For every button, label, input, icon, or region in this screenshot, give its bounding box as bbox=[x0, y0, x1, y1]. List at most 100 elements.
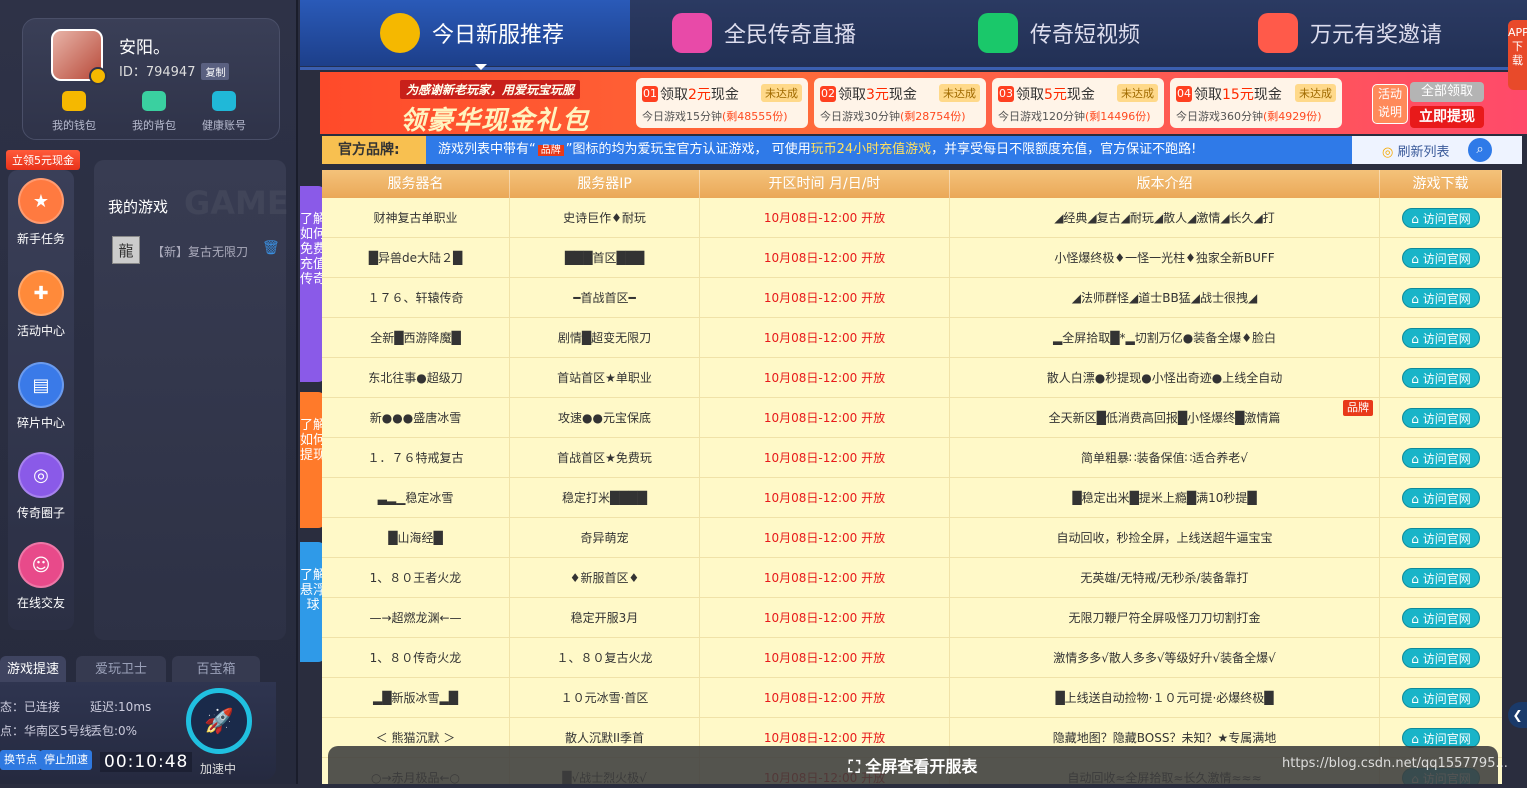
visit-website-button[interactable]: ⌂ 访问官网 bbox=[1402, 328, 1480, 348]
withdraw-button[interactable]: 立即提现 bbox=[1410, 106, 1484, 128]
reward-card[interactable]: 03 领取5元现金 未达成 今日游戏120分钟(剩14496份) bbox=[992, 78, 1164, 128]
tab-game-speedup[interactable]: 游戏提速 bbox=[0, 656, 66, 684]
accelerator-panel: 态：已连接 延迟:10ms 点：华南区5号线 丢包:0% 换节点 停止加速 00… bbox=[0, 682, 276, 780]
visit-website-button[interactable]: ⌂ 访问官网 bbox=[1402, 528, 1480, 548]
official-notice-bar: 官方品牌: 游戏列表中带有“ 品牌 ”图标的均为爱玩宝官方认证游戏， 可使用玩币24… bbox=[322, 136, 1522, 164]
visit-website-button[interactable]: ⌂ 访问官网 bbox=[1402, 568, 1480, 588]
thumb-up-icon bbox=[380, 13, 420, 53]
home-icon: ⌂ bbox=[1411, 412, 1423, 426]
rocket-icon[interactable]: 🚀 bbox=[186, 688, 252, 754]
accel-status-label: 加速中 bbox=[200, 762, 237, 776]
nav-newbie-task[interactable]: ★ 新手任务 bbox=[8, 178, 74, 247]
tab-label: 万元有奖邀请 bbox=[1310, 23, 1443, 48]
health-label: 健康账号 bbox=[202, 119, 246, 132]
cell-open-time: 10月08日-12:00 开放 bbox=[700, 198, 950, 237]
cell-open-time: 10月08日-12:00 开放 bbox=[700, 398, 950, 437]
cell-server-ip: 首站首区★单职业 bbox=[510, 358, 700, 397]
visit-website-button[interactable]: ⌂ 访问官网 bbox=[1402, 248, 1480, 268]
cell-server-ip: 攻速●●元宝保底 bbox=[510, 398, 700, 437]
backpack-label: 我的背包 bbox=[132, 119, 176, 132]
app-download-float[interactable]: APP下载 bbox=[1508, 20, 1527, 90]
cell-server-name: 全新█西游降魔█ bbox=[322, 318, 510, 357]
tab-invite[interactable]: 万元有奖邀请 bbox=[1258, 0, 1442, 66]
copy-id-button[interactable]: 复制 bbox=[201, 63, 230, 80]
cell-server-ip: 剧情█超变无限刀 bbox=[510, 318, 700, 357]
visit-website-button[interactable]: ⌂ 访问官网 bbox=[1402, 688, 1480, 708]
card-num: 02 bbox=[820, 86, 836, 102]
tab-label: 今日新服推荐 bbox=[432, 23, 565, 48]
float-ball-icon[interactable]: ❮ bbox=[1508, 702, 1527, 728]
home-icon: ⌂ bbox=[1411, 652, 1423, 666]
trash-icon[interactable]: 🗑 bbox=[262, 240, 280, 256]
avatar[interactable] bbox=[51, 29, 107, 85]
card-num: 04 bbox=[1176, 86, 1192, 102]
nav-label: 活动中心 bbox=[16, 324, 65, 338]
visit-website-button[interactable]: ⌂ 访问官网 bbox=[1402, 208, 1480, 228]
nav-online-friends[interactable]: ☺ 在线交友 bbox=[8, 542, 74, 611]
activity-explain-button[interactable]: 活动说明 bbox=[1372, 84, 1408, 124]
claim-all-button[interactable]: 全部领取 bbox=[1410, 82, 1484, 102]
reward-card[interactable]: 01 领取2元现金 未达成 今日游戏15分钟(剩48555份) bbox=[636, 78, 808, 128]
nav-activity-center[interactable]: ✚ 活动中心 bbox=[8, 270, 74, 339]
reward-card[interactable]: 02 领取3元现金 未达成 今日游戏30分钟(剩28754份) bbox=[814, 78, 986, 128]
switch-node-button[interactable]: 换节点 bbox=[0, 750, 41, 770]
visit-website-button[interactable]: ⌂ 访问官网 bbox=[1402, 408, 1480, 428]
backpack-button[interactable]: 我的背包 bbox=[119, 91, 189, 133]
col-download: 游戏下载 bbox=[1380, 170, 1502, 198]
visit-website-button[interactable]: ⌂ 访问官网 bbox=[1402, 288, 1480, 308]
refresh-list-button[interactable]: ◎ 刷新列表 bbox=[1382, 141, 1450, 160]
cell-version: 散人白漂●秒提现●小怪出奇迹●上线全自动 bbox=[950, 358, 1380, 397]
cell-version: 小怪爆终极♦一怪一光柱♦独家全新BUFF bbox=[950, 238, 1380, 277]
visit-website-button[interactable]: ⌂ 访问官网 bbox=[1402, 608, 1480, 628]
home-icon: ⌂ bbox=[1411, 212, 1423, 226]
cell-open-time: 10月08日-12:00 开放 bbox=[700, 638, 950, 677]
nav-legend-circle[interactable]: ◎ 传奇圈子 bbox=[8, 452, 74, 521]
visit-website-button[interactable]: ⌂ 访问官网 bbox=[1402, 728, 1480, 748]
tab-treasure-box[interactable]: 百宝箱 bbox=[172, 656, 260, 684]
friends-icon: ☺ bbox=[18, 542, 64, 588]
user-id-text: ID：794947 bbox=[119, 65, 196, 80]
tab-guard[interactable]: 爱玩卫士 bbox=[76, 656, 166, 684]
my-games-bg-text: GAME bbox=[184, 184, 289, 222]
cell-server-name: 1、８０传奇火龙 bbox=[322, 638, 510, 677]
tab-new-servers[interactable]: 今日新服推荐 bbox=[300, 0, 630, 66]
reward-tag[interactable]: 立领5元现金 bbox=[6, 150, 80, 170]
health-account-button[interactable]: 健康账号 bbox=[189, 91, 259, 133]
cell-open-time: 10月08日-12:00 开放 bbox=[700, 678, 950, 717]
reward-card[interactable]: 04 领取15元现金 未达成 今日游戏360分钟(剩4929份) bbox=[1170, 78, 1342, 128]
visit-website-button[interactable]: ⌂ 访问官网 bbox=[1402, 648, 1480, 668]
card-status: 未达成 bbox=[939, 84, 980, 102]
cell-server-ip: ███首区███ bbox=[510, 238, 700, 277]
search-icon[interactable]: ⌕ bbox=[1468, 138, 1492, 162]
tab-live[interactable]: 全民传奇直播 bbox=[672, 0, 856, 66]
tab-short-video[interactable]: 传奇短视频 bbox=[978, 0, 1140, 66]
visit-website-button[interactable]: ⌂ 访问官网 bbox=[1402, 448, 1480, 468]
star-user-icon: ★ bbox=[18, 178, 64, 224]
tab-label: 传奇短视频 bbox=[1030, 23, 1141, 48]
table-row: １．７６特戒复古 首战首区★免费玩 10月08日-12:00 开放 简单粗暴∷装备保值… bbox=[322, 438, 1502, 478]
cell-open-time: 10月08日-12:00 开放 bbox=[700, 318, 950, 357]
wallet-button[interactable]: 我的钱包 bbox=[39, 91, 109, 133]
cell-server-name: 1、８０王者火龙 bbox=[322, 558, 510, 597]
table-row: 新●●●盛唐冰雪 攻速●●元宝保底 10月08日-12:00 开放 全天新区█低消费高… bbox=[322, 398, 1502, 438]
stop-accel-button[interactable]: 停止加速 bbox=[40, 750, 92, 770]
cell-server-name: 新●●●盛唐冰雪 bbox=[322, 398, 510, 437]
cell-server-ip: ━首战首区━ bbox=[510, 278, 700, 317]
cell-open-time: 10月08日-12:00 开放 bbox=[700, 598, 950, 637]
expand-icon: ⛶ bbox=[848, 757, 860, 776]
nav-label: 传奇圈子 bbox=[16, 506, 65, 520]
visit-website-button[interactable]: ⌂ 访问官网 bbox=[1402, 488, 1480, 508]
cell-server-ip: １０元冰雪·首区 bbox=[510, 678, 700, 717]
game-thumbnail: 龍 bbox=[112, 236, 140, 264]
cell-version: 全天新区█低消费高回报█小怪爆终█激情篇 品牌 bbox=[950, 398, 1380, 437]
vip-badge-icon bbox=[89, 67, 107, 85]
table-row: ▂█新版冰雪▂█ １０元冰雪·首区 10月08日-12:00 开放 █上线送自动捡物·… bbox=[322, 678, 1502, 718]
home-icon: ⌂ bbox=[1411, 292, 1423, 306]
my-game-item[interactable]: 龍 【新】复古无限刀 🗑 bbox=[112, 236, 282, 266]
visit-website-button[interactable]: ⌂ 访问官网 bbox=[1402, 368, 1480, 388]
card-num: 01 bbox=[642, 86, 658, 102]
col-server-name: 服务器名 bbox=[322, 170, 510, 198]
play-icon bbox=[672, 13, 712, 53]
card-sub: 今日游戏30分钟(剩28754份) bbox=[820, 110, 966, 123]
nav-fragment-center[interactable]: ▤ 碎片中心 bbox=[8, 362, 74, 431]
